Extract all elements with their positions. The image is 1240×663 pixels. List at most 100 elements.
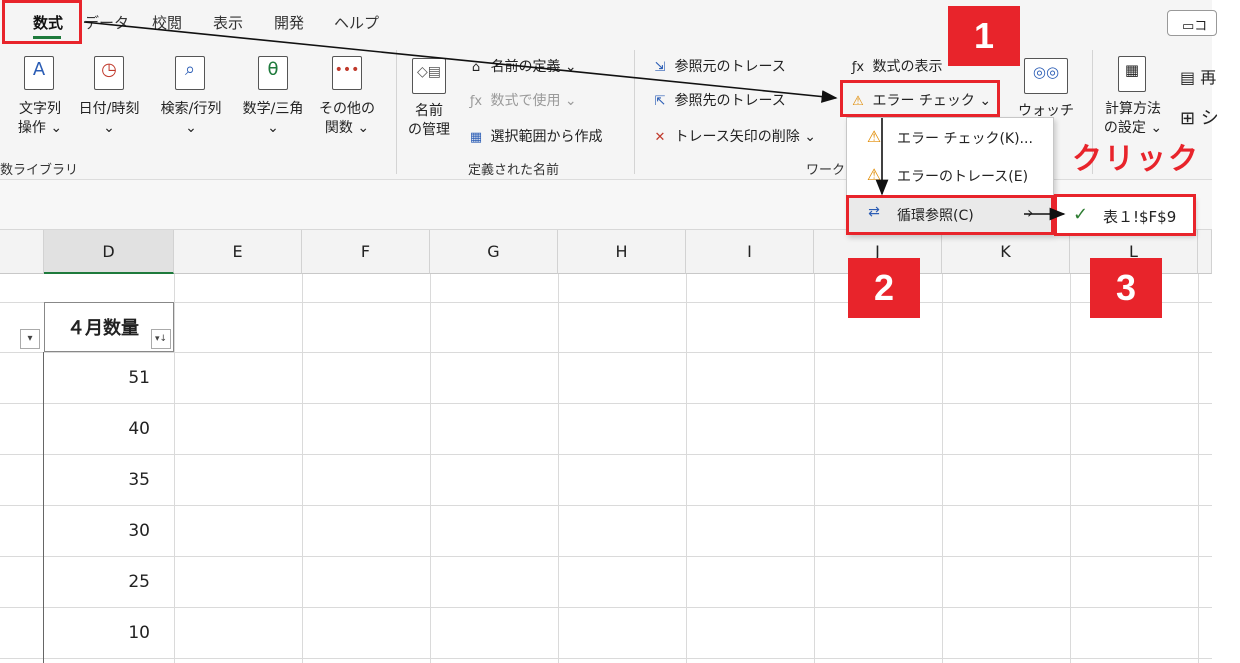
use-in-formula-label: 数式で使用 ⌄ [490,93,577,109]
grid-line [0,556,1212,557]
table-cell[interactable]: 35 [45,470,150,490]
define-name-button[interactable]: ⌂ 名前の定義 ⌄ [466,56,577,76]
highlight-submenu-item [1054,194,1196,236]
click-annotation: クリック [1072,142,1200,177]
grid-line [942,274,943,663]
column-header-d[interactable]: D [44,230,174,274]
trace-precedents-icon: ⇲ [654,60,666,75]
menu-item-label: エラーのトレース(E) [897,169,1029,185]
step-2-badge: 2 [848,258,920,318]
filter-dropdown-icon[interactable]: ▾ [20,329,40,349]
sort-filter-icon[interactable]: ▾↓ [151,329,171,349]
table-cell[interactable]: 30 [45,521,150,541]
menu-item-label: エラー チェック(K)... [897,131,1033,147]
show-formulas-label: 数式の表示 [872,59,943,75]
trace-dependents-button[interactable]: ⇱ 参照先のトレース [650,90,786,110]
math-theta-icon: θ [258,56,288,90]
grid-line [1198,274,1199,663]
define-name-label: 名前の定義 ⌄ [490,59,577,75]
comments-label: コ [1194,19,1208,34]
step-3-badge: 3 [1090,258,1162,318]
tab-review[interactable]: 校閲 [152,12,182,33]
column-header-i[interactable]: I [686,230,814,274]
trace-precedents-button[interactable]: ⇲ 参照元のトレース [650,56,786,76]
remove-arrows-icon: ✕ [654,130,666,145]
grid-line [558,274,559,663]
menu-item-error-checking[interactable]: ⚠ エラー チェック(K)... [847,120,1053,156]
remove-arrows-button[interactable]: ✕ トレース矢印の削除 ⌄ [650,126,816,146]
tab-developer[interactable]: 開発 [274,12,304,33]
remove-arrows-label: トレース矢印の削除 ⌄ [674,129,816,145]
tab-help[interactable]: ヘルプ [334,12,379,33]
grid-line [302,274,303,663]
math-trig-button[interactable]: 数学/三角 ⌄ [234,100,312,138]
grid-line [0,454,1212,455]
menu-item-trace-error[interactable]: ⚠ エラーのトレース(E) [847,158,1053,194]
tab-data[interactable]: データ [84,12,129,33]
comments-button[interactable]: ▭コ [1167,10,1217,36]
grid-line [1070,274,1071,663]
show-formulas-button[interactable]: ƒx 数式の表示 [848,56,943,76]
table-cell[interactable]: 10 [45,623,150,643]
calculator-icon: ▦ [1118,56,1146,92]
use-in-formula-button[interactable]: ƒx 数式で使用 ⌄ [466,90,577,110]
column-header-partial [1198,230,1212,274]
defined-names-group-label: 定義された名前 [468,163,560,178]
grid-line [0,658,1212,659]
trace-dependents-icon: ⇱ [654,94,666,109]
column-header-g[interactable]: G [430,230,558,274]
grid-line [0,403,1212,404]
table-header-label: ４月数量 [67,318,139,339]
more-functions-icon: ••• [332,56,362,90]
grid-line [430,274,431,663]
show-formulas-icon: ƒx [851,60,865,75]
grid-line [174,274,175,663]
calculate-sheet-icon[interactable]: ⊞ シ [1180,104,1219,130]
warning-icon: ⚠ [866,165,882,184]
highlight-circular-references [846,195,1054,235]
text-function-icon: A [24,56,54,90]
name-manager-icon: ◇▤ [412,58,446,94]
text-function-button[interactable]: 文字列 操作 ⌄ [10,100,70,138]
table-cell[interactable]: 40 [45,419,150,439]
worksheet-grid[interactable]: ▾ ４月数量 ▾↓ 51 40 35 30 25 10 [0,274,1212,663]
calculation-options-button[interactable]: 計算方法 の設定 ⌄ [1098,100,1168,136]
lookup-icon: ⌕ [175,56,205,90]
calculate-now-icon[interactable]: ▤ 再 [1180,64,1216,88]
create-from-selection-label: 選択範囲から作成 [490,129,603,145]
step-1-badge: 1 [948,6,1020,66]
highlight-error-checking [840,80,1000,117]
more-functions-button[interactable]: その他の 関数 ⌄ [314,100,380,138]
table-cell[interactable]: 51 [45,368,150,388]
trace-precedents-label: 参照元のトレース [674,59,786,75]
tag-icon: ⌂ [471,60,481,75]
grid-select-icon: ▦ [469,130,483,145]
column-header-h[interactable]: H [558,230,686,274]
formula-auditing-group-label: ワーク [806,163,846,178]
grid-line [686,274,687,663]
table-border [43,352,44,663]
group-separator [634,50,635,174]
tab-view[interactable]: 表示 [213,12,243,33]
grid-line [0,352,1212,353]
column-header-e[interactable]: E [174,230,302,274]
date-time-button[interactable]: 日付/時刻 ⌄ [70,100,148,138]
grid-line [0,607,1212,608]
grid-line [0,302,1212,303]
create-from-selection-button[interactable]: ▦ 選択範囲から作成 [466,126,603,146]
function-library-group-label: 数ライブラリ [0,163,79,178]
grid-line [0,505,1212,506]
error-check-icon: ⚠ [866,127,882,146]
trace-dependents-label: 参照先のトレース [674,93,786,109]
highlight-formulas-tab [2,0,82,44]
select-all-corner[interactable] [0,230,44,274]
ribbon-tab-bar: 数式 データ 校閲 表示 開発 ヘルプ ▭コ [0,0,1217,44]
clock-icon: ◷ [94,56,124,90]
grid-line [814,274,815,663]
column-header-f[interactable]: F [302,230,430,274]
column-header-k[interactable]: K [942,230,1070,274]
fx-icon: ƒx [469,94,483,109]
table-cell[interactable]: 25 [45,572,150,592]
lookup-reference-button[interactable]: 検索/行列 ⌄ [152,100,230,138]
name-manager-button[interactable]: 名前 の管理 [402,102,456,140]
